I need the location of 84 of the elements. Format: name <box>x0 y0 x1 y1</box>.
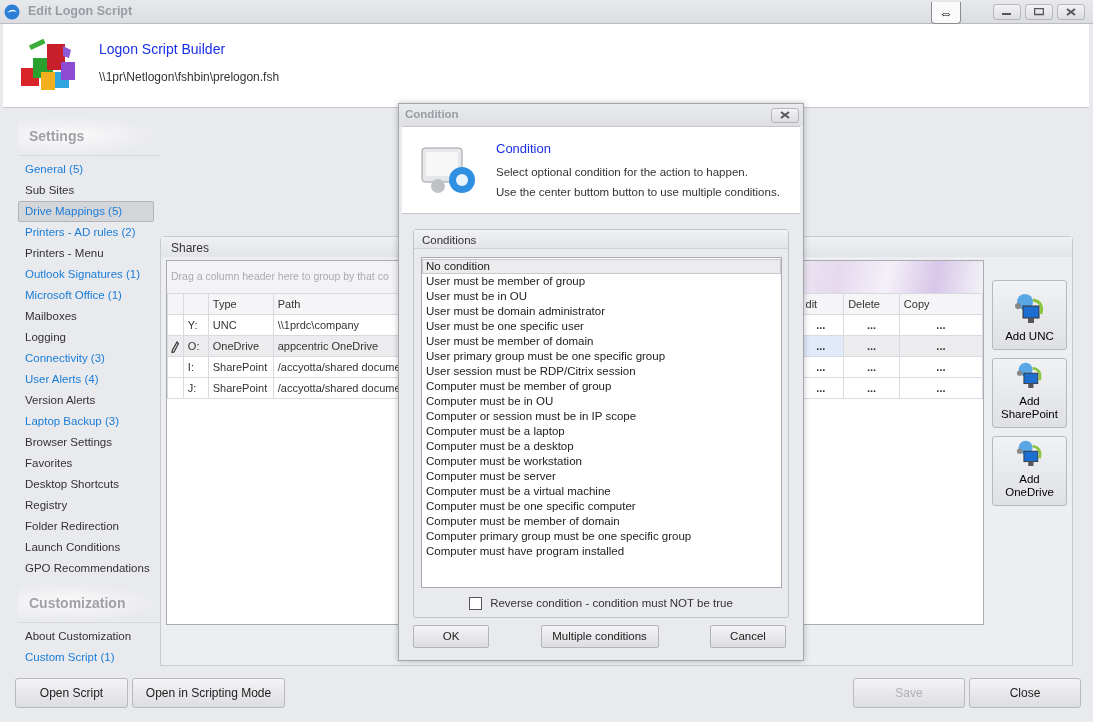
condition-item[interactable]: Computer must have program installed <box>422 544 781 559</box>
table-cell: J: <box>183 377 209 399</box>
close-icon <box>780 111 790 119</box>
condition-item[interactable]: User must be one specific user <box>422 319 781 334</box>
delete-cell[interactable]: ... <box>843 314 900 336</box>
add-button[interactable]: Add UNC <box>992 280 1067 350</box>
add-button[interactable]: Add OneDrive <box>992 436 1067 506</box>
minimize-button[interactable] <box>993 3 1021 20</box>
dialog-button[interactable]: OK <box>413 625 489 648</box>
table-cell: UNC <box>208 314 274 336</box>
header-title: Logon Script Builder <box>99 40 227 59</box>
condition-item[interactable]: Computer must be member of domain <box>422 514 781 529</box>
dialog-button[interactable]: Cancel <box>710 625 786 648</box>
sidebar-item[interactable]: Laptop Backup (3) <box>18 411 154 432</box>
close-button[interactable] <box>771 107 799 123</box>
table-cell: SharePoint <box>208 377 274 399</box>
sidebar-item[interactable]: Outlook Signatures (1) <box>18 264 154 285</box>
condition-item[interactable]: Computer primary group must be one specific group <box>422 529 781 544</box>
footer-button[interactable]: Open Script <box>15 678 128 708</box>
checkbox[interactable] <box>469 597 483 611</box>
condition-item[interactable]: User must be member of group <box>422 274 781 289</box>
dialog-title: Condition <box>405 107 459 123</box>
column-header[interactable]: Copy <box>899 293 983 315</box>
group-title: Conditions <box>414 230 788 249</box>
close-icon <box>1066 7 1076 16</box>
resize-button[interactable]: ⇔ <box>931 2 961 24</box>
condition-item[interactable]: Computer must be member of group <box>422 379 781 394</box>
condition-item[interactable]: Computer or session must be in IP scope <box>422 409 781 424</box>
sidebar-item[interactable]: Favorites <box>18 453 154 474</box>
table-cell: SharePoint <box>208 356 274 378</box>
sidebar-item[interactable]: Mailboxes <box>18 306 154 327</box>
sidebar-item[interactable]: Sub Sites <box>18 180 154 201</box>
script-path: \\1pr\Netlogon\fshbin\prelogon.fsh <box>99 69 280 86</box>
condition-item[interactable]: Computer must be workstation <box>422 454 781 469</box>
app-icon <box>4 3 20 20</box>
sidebar-item[interactable]: About Customization <box>18 626 154 647</box>
condition-item[interactable]: Computer must be a desktop <box>422 439 781 454</box>
sidebar-item[interactable]: Custom Script (1) <box>18 647 154 668</box>
condition-item[interactable]: User session must be RDP/Citrix session <box>422 364 781 379</box>
sidebar-item[interactable]: Connectivity (3) <box>18 348 154 369</box>
condition-item[interactable]: No condition <box>422 259 781 274</box>
maximize-button[interactable] <box>1025 3 1053 20</box>
sidebar-item[interactable]: Desktop Shortcuts <box>18 474 154 495</box>
table-cell: Y: <box>183 314 209 336</box>
condition-item[interactable]: User primary group must be one specific group <box>422 349 781 364</box>
condition-item[interactable]: Computer must be a laptop <box>422 424 781 439</box>
condition-item[interactable]: Computer must be a virtual machine <box>422 484 781 499</box>
delete-cell[interactable]: ... <box>843 356 900 378</box>
add-button[interactable]: Add SharePoint <box>992 358 1067 428</box>
sidebar-item[interactable]: GPO Recommendations <box>18 558 154 579</box>
delete-cell[interactable]: ... <box>843 377 900 399</box>
copy-cell[interactable]: ... <box>899 356 983 378</box>
condition-item[interactable]: Computer must be one specific computer <box>422 499 781 514</box>
dialog-description: Use the center buttom button to use multiple conditions. <box>496 185 780 201</box>
dialog-description: Select optional condition for the action to happen. <box>496 165 749 180</box>
column-header[interactable]: Type <box>208 293 274 315</box>
sidebar-item[interactable]: Printers - Menu <box>18 243 154 264</box>
sidebar-item[interactable]: General (5) <box>18 159 154 180</box>
sidebar-item[interactable]: Folder Redirection <box>18 516 154 537</box>
checkbox-label[interactable]: Reverse condition - condition must NOT be true <box>490 595 733 613</box>
condition-item[interactable]: User must be domain administrator <box>422 304 781 319</box>
sidebar-item[interactable]: User Alerts (4) <box>18 369 154 390</box>
sidebar-item[interactable]: Logging <box>18 327 154 348</box>
window-title: Edit Logon Script <box>28 3 133 21</box>
sidebar-item[interactable]: Printers - AD rules (2) <box>18 222 154 243</box>
dialog-button[interactable]: Multiple conditions <box>540 625 659 648</box>
sidebar-item[interactable]: Launch Conditions <box>18 537 154 558</box>
maximize-icon <box>1034 7 1044 16</box>
column-header[interactable]: Delete <box>843 293 900 315</box>
condition-item[interactable]: Computer must be in OU <box>422 394 781 409</box>
copy-cell[interactable]: ... <box>899 377 983 399</box>
pencil-icon <box>171 340 180 353</box>
close-button[interactable] <box>1057 3 1085 20</box>
dialog-heading: Condition <box>496 139 552 158</box>
footer-button[interactable]: Close <box>969 678 1081 708</box>
sidebar-item[interactable]: Browser Settings <box>18 432 154 453</box>
copy-cell[interactable]: ... <box>899 314 983 336</box>
sidebar-item[interactable]: Registry <box>18 495 154 516</box>
sidebar-item[interactable]: Microsoft Office (1) <box>18 285 154 306</box>
footer-button[interactable]: Open in Scripting Mode <box>132 678 285 708</box>
condition-item[interactable]: Computer must be server <box>422 469 781 484</box>
condition-item[interactable]: User must be member of domain <box>422 334 781 349</box>
sidebar-item[interactable]: Version Alerts <box>18 390 154 411</box>
table-cell: I: <box>183 356 209 378</box>
